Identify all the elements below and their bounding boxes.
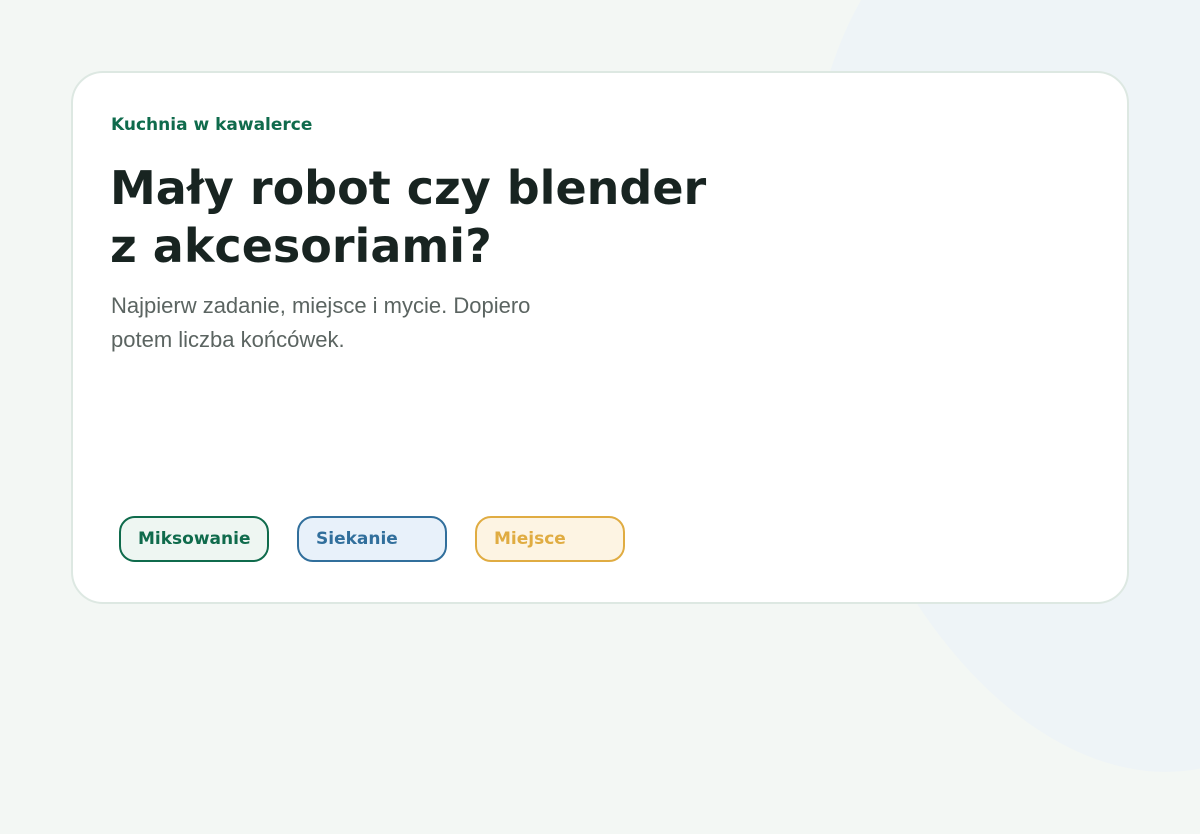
subtitle: Najpierw zadanie, miejsce i mycie. Dopie… [111, 289, 631, 357]
subtitle-line-1: Najpierw zadanie, miejsce i mycie. Dopie… [111, 293, 531, 318]
tag-chopping[interactable]: Siekanie [297, 516, 447, 562]
tag-mixing[interactable]: Miksowanie [119, 516, 269, 562]
tag-space[interactable]: Miejsce [475, 516, 625, 562]
subtitle-line-2: potem liczba końcówek. [111, 327, 345, 352]
page-title: Mały robot czy blender z akcesoriami? [110, 159, 730, 275]
title-line-2: z akcesoriami? [110, 219, 492, 273]
article-card: Kuchnia w kawalerce Mały robot czy blend… [71, 71, 1129, 604]
category-label: Kuchnia w kawalerce [111, 115, 313, 135]
title-line-1: Mały robot czy blender [110, 161, 707, 215]
